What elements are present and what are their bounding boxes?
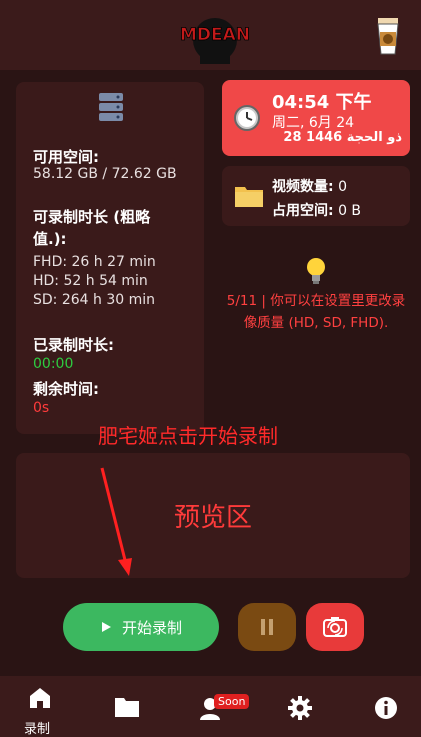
hint-text: 肥宅姬点击开始录制 — [98, 424, 278, 448]
nav-files[interactable] — [104, 676, 148, 737]
sd-duration: SD: 264 h 30 min — [33, 292, 155, 308]
nav-info[interactable] — [370, 676, 402, 737]
nav-record[interactable]: 录制 — [14, 676, 66, 737]
videos-card[interactable]: 视频数量: 0 占用空间: 0 B — [222, 166, 410, 226]
clock-card: 04:54 下午 周二, 6月 24 28 ذو الحجة 1446 — [222, 80, 410, 156]
preview-label: 预览区 — [173, 503, 252, 533]
storage-icon — [99, 93, 123, 121]
duration-label: 可录制时长 (粗略值.): — [33, 208, 151, 248]
used-space-value: 0 B — [338, 203, 362, 219]
used-space-label: 占用空间: — [272, 203, 334, 219]
bottom-nav: 录制 Soon — [0, 676, 421, 737]
home-icon — [30, 688, 50, 708]
hijri-date: 28 ذو الحجة 1446 — [283, 130, 402, 145]
used-space-row: 占用空间: 0 B — [272, 200, 361, 220]
current-time: 04:54 下午 — [272, 92, 372, 113]
current-date: 周二, 6月 24 — [272, 115, 355, 131]
hd-duration: HD: 52 h 54 min — [33, 273, 148, 289]
video-count-row: 视频数量: 0 — [272, 176, 347, 196]
nav-soon-feature[interactable]: Soon — [192, 676, 250, 737]
available-space-label: 可用空间: — [33, 148, 99, 166]
start-recording-label: 开始录制 — [121, 618, 182, 637]
remaining-value: 0s — [33, 400, 50, 416]
svg-text:MDEAN: MDEAN — [180, 25, 250, 45]
top-bar: MDEAN — [0, 0, 421, 70]
play-icon — [101, 622, 111, 632]
video-count-label: 视频数量: — [272, 179, 334, 195]
folder-icon — [235, 187, 263, 207]
preview-area: 预览区 — [16, 453, 410, 578]
remaining-label: 剩余时间: — [33, 380, 99, 398]
recorded-value: 00:00 — [33, 356, 74, 372]
app-logo: MDEAN — [180, 18, 250, 64]
nav-record-label: 录制 — [24, 722, 51, 737]
arrow-annotation — [100, 467, 132, 576]
info-icon — [375, 697, 397, 719]
recorded-label: 已录制时长: — [33, 336, 114, 354]
nav-settings[interactable] — [284, 676, 316, 737]
switch-camera-button[interactable] — [306, 603, 364, 651]
gear-icon — [288, 696, 312, 720]
storage-panel: 可用空间: 58.12 GB / 72.62 GB 可录制时长 (粗略值.): … — [16, 82, 204, 434]
available-space-value: 58.12 GB / 72.62 GB — [33, 166, 177, 182]
folder-nav-icon — [115, 698, 139, 717]
video-count-value: 0 — [338, 179, 347, 195]
pause-icon — [261, 619, 273, 635]
switch-camera-icon — [323, 617, 347, 637]
fhd-duration: FHD: 26 h 27 min — [33, 254, 156, 270]
tip-text: 5/11 | 你可以在设置里更改录像质量 (HD, SD, FHD). — [226, 293, 406, 331]
soon-badge: Soon — [214, 694, 250, 709]
coffee-cup-icon[interactable] — [372, 16, 404, 56]
alarm-clock-icon — [234, 105, 260, 131]
start-recording-button[interactable]: 开始录制 — [63, 603, 219, 651]
lightbulb-icon — [307, 258, 325, 284]
pause-button[interactable] — [238, 603, 296, 651]
